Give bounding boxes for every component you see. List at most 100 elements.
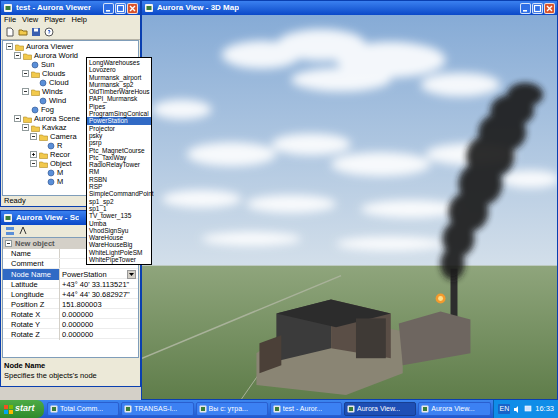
dropdown-item[interactable]: WhiteLightPoleSM — [87, 249, 151, 256]
title-bar[interactable]: test - Aurora Viewer — [1, 1, 140, 15]
dropdown-arrow-icon[interactable] — [127, 270, 136, 279]
scene-view[interactable] — [142, 15, 557, 399]
start-button[interactable]: start — [0, 400, 44, 418]
dropdown-item[interactable]: psky — [87, 132, 151, 139]
collapse-icon[interactable] — [14, 52, 21, 59]
dropdown-item[interactable]: sp1_sp2 — [87, 198, 151, 205]
dropdown-item[interactable]: TV_tower_135 — [87, 212, 151, 219]
menu-item[interactable]: Player — [44, 14, 65, 25]
node-icon — [31, 106, 39, 114]
speaker-icon[interactable] — [513, 405, 521, 414]
task-button[interactable]: Total Comm... — [47, 402, 119, 416]
dropdown-item[interactable]: LongWarehouses — [87, 59, 151, 66]
collapse-icon[interactable] — [22, 70, 29, 77]
dropdown-item[interactable]: Umba — [87, 220, 151, 227]
task-button[interactable]: Aurora View... — [344, 402, 416, 416]
help-icon[interactable] — [43, 27, 54, 38]
dropdown-item[interactable]: RSBN — [87, 176, 151, 183]
dropdown-item[interactable]: PowerStation — [87, 117, 151, 124]
dropdown-item[interactable]: sp1_1 — [87, 205, 151, 212]
dropdown-item[interactable]: Pipes — [87, 103, 151, 110]
dropdown-item-label: WhiteLightPoleSM — [89, 249, 142, 256]
dropdown-item-label: Pipes — [89, 103, 105, 110]
dropdown-item[interactable]: RSP — [87, 183, 151, 190]
dropdown-item[interactable]: Projector — [87, 125, 151, 132]
collapse-icon[interactable] — [30, 160, 37, 167]
dropdown-item[interactable]: RadioRelayTower — [87, 161, 151, 168]
dropdown-item[interactable]: Ptc_MagnetCourse — [87, 147, 151, 154]
property-name[interactable]: Name — [3, 249, 59, 258]
help-title: Node Name — [4, 361, 137, 371]
task-button[interactable]: test - Auror... — [270, 402, 342, 416]
dropdown-item-label: RSBN — [89, 176, 107, 183]
maximize-icon[interactable] — [532, 3, 543, 14]
new-file-icon[interactable] — [4, 27, 15, 38]
dropdown-item-label: PowerStation — [89, 117, 128, 124]
dropdown-item[interactable]: PAPI_Murmansk — [87, 95, 151, 102]
task-button[interactable]: Вы с: утра... — [196, 402, 268, 416]
tree-item[interactable]: Aurora Viewer — [3, 42, 138, 51]
collapse-icon[interactable] — [22, 88, 29, 95]
language-indicator[interactable]: EN — [498, 404, 510, 415]
dropdown-item[interactable]: ProgramSingConical — [87, 110, 151, 117]
dropdown-item[interactable]: WareHouseBig — [87, 241, 151, 248]
alphabetical-icon[interactable] — [17, 226, 28, 237]
task-app-icon — [347, 405, 355, 413]
dropdown-item[interactable]: RM — [87, 168, 151, 175]
property-row[interactable]: Latitude+43° 40' 33.113521" — [3, 279, 138, 289]
property-row[interactable]: Node NamePowerStation — [3, 269, 138, 279]
window-title: Aurora View - 3D Map — [157, 2, 239, 14]
collapse-icon[interactable] — [30, 133, 37, 140]
menu-item[interactable]: View — [22, 14, 38, 25]
minimize-icon[interactable] — [520, 3, 531, 14]
property-name[interactable]: Comment — [3, 259, 59, 268]
property-row[interactable]: Rotate Z0.000000 — [3, 329, 138, 339]
minimize-icon[interactable] — [103, 3, 114, 14]
tree-label: Kavkaz — [42, 123, 67, 132]
grid-filler — [3, 339, 138, 357]
property-row[interactable]: Position Z151.800003 — [3, 299, 138, 309]
property-row[interactable]: Longitude+44° 44' 30.682927" — [3, 289, 138, 299]
task-button[interactable]: TRANSAS-I... — [121, 402, 193, 416]
dropdown-item-label: WareHouse — [89, 234, 123, 241]
title-bar[interactable]: Aurora View - 3D Map — [142, 1, 557, 15]
task-button[interactable]: Aurora View... — [418, 402, 490, 416]
dropdown-item[interactable]: Murmansk_sp2 — [87, 81, 151, 88]
property-value[interactable]: 0.000000 — [59, 329, 138, 340]
collapse-icon[interactable] — [5, 240, 12, 247]
property-row[interactable]: Rotate Y0.000000 — [3, 319, 138, 329]
taskbar: start Total Comm... TRANSAS-I...Вы с: утра… — [0, 400, 558, 418]
close-icon[interactable] — [127, 3, 138, 14]
dropdown-item[interactable]: WareHouse — [87, 234, 151, 241]
task-app-icon — [50, 405, 58, 413]
expand-icon[interactable] — [30, 151, 37, 158]
maximize-icon[interactable] — [115, 3, 126, 14]
dropdown-item[interactable]: VhodSignSyu — [87, 227, 151, 234]
menu-item[interactable]: File — [4, 14, 16, 25]
collapse-icon[interactable] — [6, 43, 13, 50]
tree-label: Aurora Viewer — [26, 42, 73, 51]
categorized-icon[interactable] — [4, 226, 15, 237]
task-label: Total Comm... — [60, 404, 103, 415]
property-row[interactable]: Rotate X0.000000 — [3, 309, 138, 319]
dropdown-item[interactable]: psrp — [87, 139, 151, 146]
dropdown-item[interactable]: WhitePipeTower — [87, 256, 151, 263]
dropdown-item[interactable]: Lovozero — [87, 66, 151, 73]
tree-spacer — [38, 142, 45, 149]
collapse-icon[interactable] — [14, 115, 21, 122]
open-folder-icon[interactable] — [17, 27, 28, 38]
save-icon[interactable] — [30, 27, 41, 38]
dropdown-item-label: Murmansk_airport — [89, 74, 141, 81]
system-tray: EN16:33 — [493, 400, 558, 418]
property-name[interactable]: Rotate Z — [3, 329, 59, 340]
dropdown-item[interactable]: Ptc_TaxiWay — [87, 154, 151, 161]
close-icon[interactable] — [544, 3, 555, 14]
menu-item[interactable]: Help — [71, 14, 86, 25]
map-window: Aurora View - 3D Map — [141, 0, 558, 400]
dropdown-item[interactable]: SimpleCommandPoint — [87, 190, 151, 197]
dropdown-item[interactable]: OldTimberWareHous — [87, 88, 151, 95]
dropdown-item[interactable]: Murmansk_airport — [87, 74, 151, 81]
network-icon[interactable] — [524, 405, 532, 413]
node-dropdown-list[interactable]: LongWarehousesLovozeroMurmansk_airportMu… — [86, 57, 152, 265]
collapse-icon[interactable] — [22, 124, 29, 131]
